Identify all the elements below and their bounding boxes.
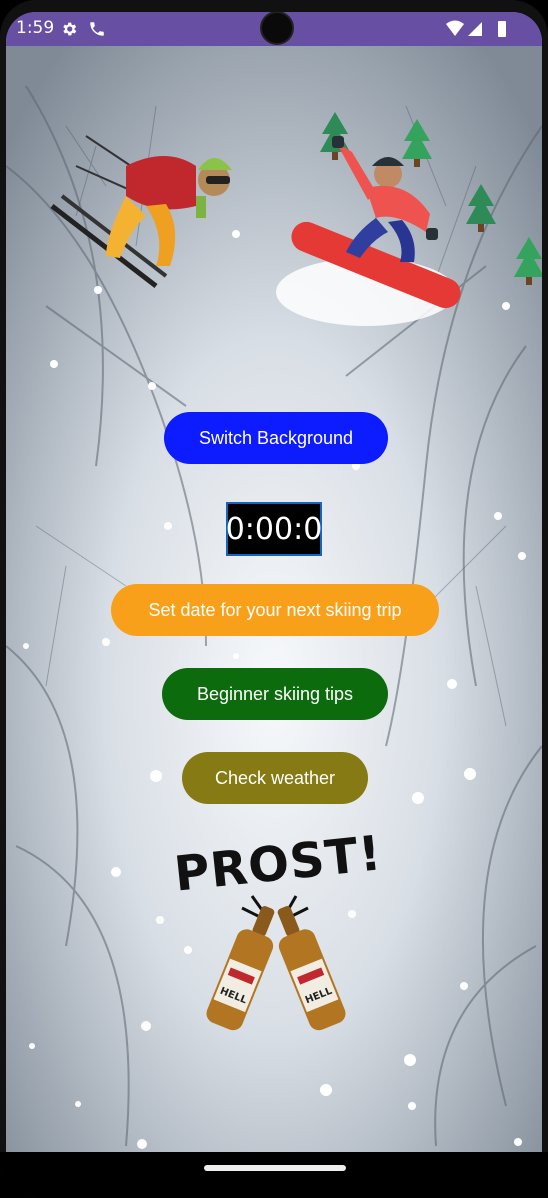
battery-icon	[498, 21, 506, 37]
check-weather-button[interactable]: Check weather	[182, 752, 368, 804]
status-time: 1:59	[16, 18, 55, 38]
set-trip-date-button[interactable]: Set date for your next skiing trip	[111, 584, 439, 636]
app-screen: 1:59 Switch Background 0:00:0 Set date f…	[6, 12, 542, 1152]
navigation-bar	[0, 1152, 548, 1198]
beer-toast-illustration: HELL HELL	[206, 895, 346, 1031]
countdown-timer: 0:00:0	[226, 502, 322, 556]
wifi-icon	[446, 20, 464, 36]
status-indicators	[446, 20, 506, 37]
switch-background-button[interactable]: Switch Background	[164, 412, 388, 464]
pine-tree-icon	[466, 184, 496, 232]
pine-tree-icon	[514, 237, 542, 285]
skier-illustration	[50, 135, 232, 288]
main-content: Switch Background 0:00:0 Set date for yo…	[6, 46, 542, 1152]
phone-frame: 1:59 Switch Background 0:00:0 Set date f…	[0, 0, 548, 1198]
settings-gear-icon	[63, 22, 77, 36]
phone-call-icon	[90, 22, 104, 36]
snowboarder-illustration	[276, 136, 461, 326]
status-bar: 1:59	[6, 12, 542, 46]
home-gesture-handle[interactable]	[204, 1165, 346, 1171]
beginner-skiing-tips-button[interactable]: Beginner skiing tips	[162, 668, 388, 720]
front-camera	[260, 12, 294, 45]
signal-icon	[468, 22, 482, 36]
